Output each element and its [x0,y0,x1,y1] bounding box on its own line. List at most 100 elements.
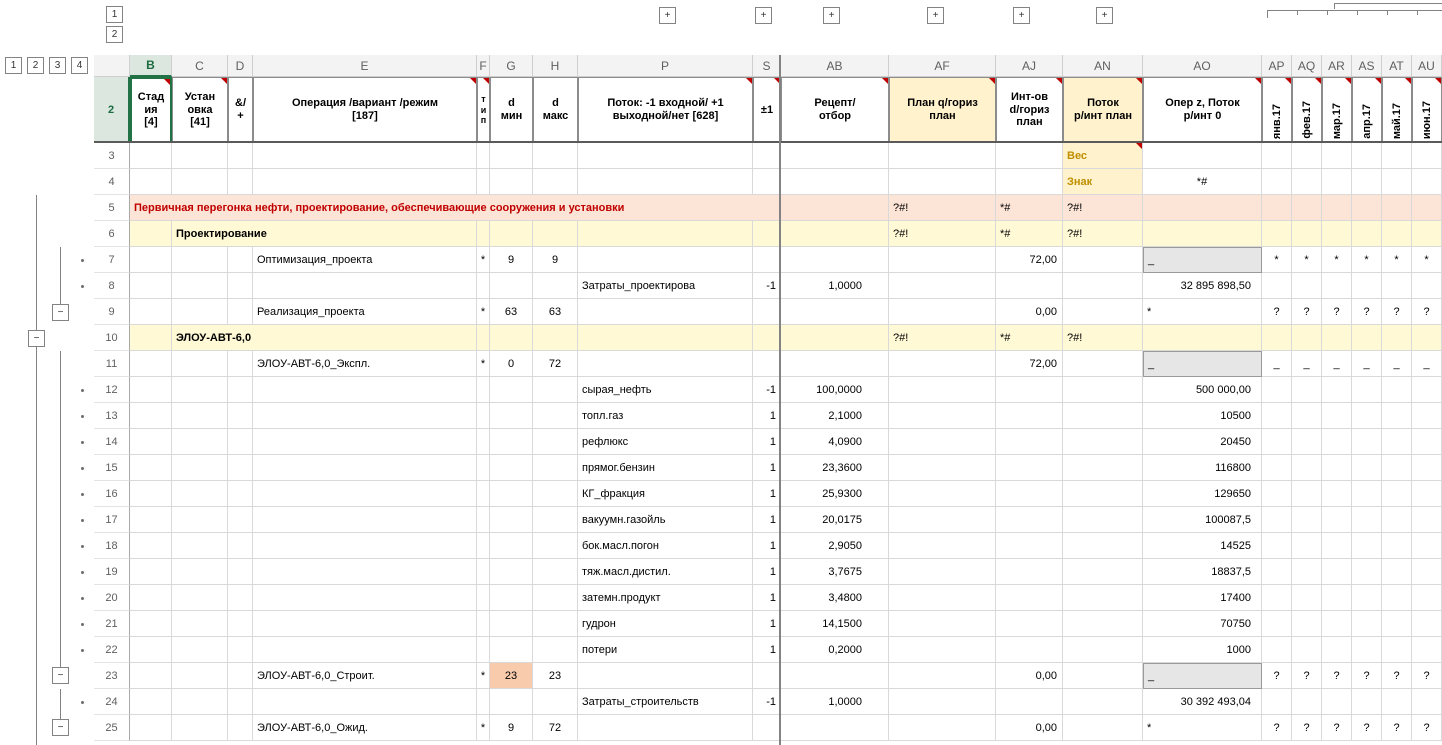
cell-AQ10[interactable] [1292,325,1322,351]
row-outline-level-button[interactable]: 3 [49,57,66,74]
cell-AF25[interactable] [889,715,996,741]
cell-AP12[interactable] [1262,377,1292,403]
cell-C24[interactable] [172,689,228,715]
cell-AS11[interactable]: _ [1352,351,1382,377]
cell-AN24[interactable] [1063,689,1143,715]
cell-AN6[interactable]: ?#! [1063,221,1143,247]
cell-H21[interactable] [533,611,578,637]
cell-AO3[interactable] [1143,143,1262,169]
cell-AS4[interactable] [1352,169,1382,195]
cell-AO7[interactable]: _ [1143,247,1262,273]
cell-AP3[interactable] [1262,143,1292,169]
cell-D13[interactable] [228,403,253,429]
cell-AQ25[interactable]: ? [1292,715,1322,741]
cell-AJ9[interactable]: 0,00 [996,299,1063,325]
cell-B6[interactable] [130,221,172,247]
column-expand-button[interactable]: + [927,7,944,24]
cell-AO21[interactable]: 70750 [1143,611,1262,637]
cell-S8[interactable]: -1 [753,273,781,299]
cell-AJ11[interactable]: 72,00 [996,351,1063,377]
cell-AP7[interactable]: * [1262,247,1292,273]
header-cell-AQ[interactable]: фев.17 [1292,77,1322,143]
column-header-AF[interactable]: AF [889,55,996,77]
cell-AU8[interactable] [1412,273,1442,299]
row-outline-level-button[interactable]: 1 [5,57,22,74]
cell-S9[interactable] [753,299,781,325]
cell-AR4[interactable] [1322,169,1352,195]
cell-C4[interactable] [172,169,228,195]
cell-B20[interactable] [130,585,172,611]
cell-P18[interactable]: бок.масл.погон [578,533,753,559]
cell-B3[interactable] [130,143,172,169]
cell-E9[interactable]: Реализация_проекта [253,299,477,325]
cell-AS15[interactable] [1352,455,1382,481]
cell-AP18[interactable] [1262,533,1292,559]
cell-G11[interactable]: 0 [490,351,533,377]
cell-E18[interactable] [253,533,477,559]
cell-D14[interactable] [228,429,253,455]
cell-AS18[interactable] [1352,533,1382,559]
cell-P9[interactable] [578,299,753,325]
cell-AF6[interactable]: ?#! [889,221,996,247]
cell-F10[interactable] [477,325,490,351]
cell-G4[interactable] [490,169,533,195]
cell-AU20[interactable] [1412,585,1442,611]
cell-AN17[interactable] [1063,507,1143,533]
cell-AO14[interactable]: 20450 [1143,429,1262,455]
cell-AJ14[interactable] [996,429,1063,455]
cell-E13[interactable] [253,403,477,429]
cell-AF17[interactable] [889,507,996,533]
header-cell-AR[interactable]: мар.17 [1322,77,1352,143]
cell-AJ6[interactable]: *# [996,221,1063,247]
cell-AP20[interactable] [1262,585,1292,611]
cell-F20[interactable] [477,585,490,611]
cell-H20[interactable] [533,585,578,611]
cell-D11[interactable] [228,351,253,377]
column-header-P[interactable]: P [578,55,753,77]
cell-AU23[interactable]: ? [1412,663,1442,689]
cell-S4[interactable] [753,169,781,195]
column-header-G[interactable]: G [490,55,533,77]
cell-AJ4[interactable] [996,169,1063,195]
cell-AQ17[interactable] [1292,507,1322,533]
cell-C6[interactable]: Проектирование [172,221,477,247]
cell-D19[interactable] [228,559,253,585]
column-header-AR[interactable]: AR [1322,55,1352,77]
cell-AS20[interactable] [1352,585,1382,611]
cell-AF21[interactable] [889,611,996,637]
cell-F3[interactable] [477,143,490,169]
cell-AR15[interactable] [1322,455,1352,481]
cell-AR7[interactable]: * [1322,247,1352,273]
cell-G3[interactable] [490,143,533,169]
cell-AT25[interactable]: ? [1382,715,1412,741]
cell-E7[interactable]: Оптимизация_проекта [253,247,477,273]
cell-C18[interactable] [172,533,228,559]
cell-AR13[interactable] [1322,403,1352,429]
cell-AN12[interactable] [1063,377,1143,403]
cell-AT6[interactable] [1382,221,1412,247]
row-header-18[interactable]: 18 [94,533,130,559]
cell-AB18[interactable]: 2,9050 [781,533,889,559]
cell-AQ15[interactable] [1292,455,1322,481]
cell-S10[interactable] [753,325,781,351]
cell-F4[interactable] [477,169,490,195]
cell-AT18[interactable] [1382,533,1412,559]
cell-AP14[interactable] [1262,429,1292,455]
cell-AS23[interactable]: ? [1352,663,1382,689]
cell-AO11[interactable]: _ [1143,351,1262,377]
cell-AT3[interactable] [1382,143,1412,169]
cell-H11[interactable]: 72 [533,351,578,377]
cell-S20[interactable]: 1 [753,585,781,611]
cell-AR18[interactable] [1322,533,1352,559]
cell-P10[interactable] [578,325,753,351]
row-header-12[interactable]: 12 [94,377,130,403]
cell-AN3[interactable]: Вес [1063,143,1143,169]
cell-H17[interactable] [533,507,578,533]
cell-E12[interactable] [253,377,477,403]
cell-AJ3[interactable] [996,143,1063,169]
cell-AN21[interactable] [1063,611,1143,637]
cell-S19[interactable]: 1 [753,559,781,585]
cell-AR14[interactable] [1322,429,1352,455]
cell-B13[interactable] [130,403,172,429]
cell-B15[interactable] [130,455,172,481]
